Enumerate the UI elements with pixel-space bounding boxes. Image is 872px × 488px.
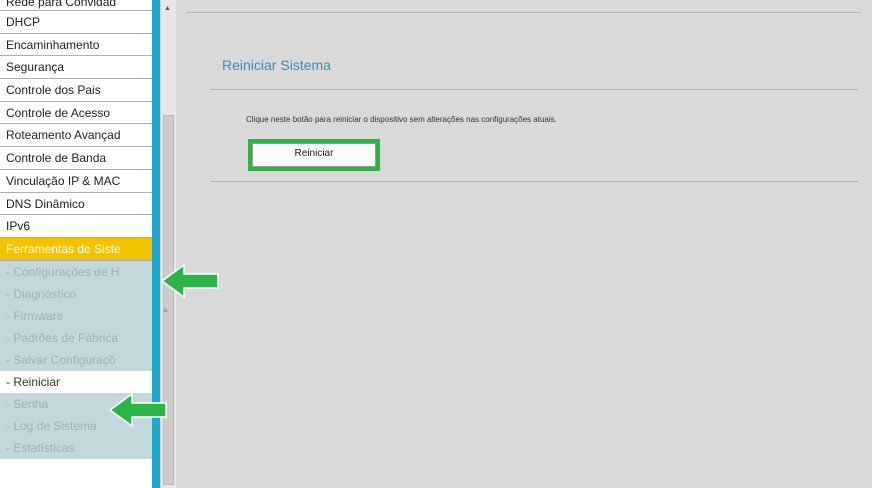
restart-button-label: Reiniciar <box>252 143 376 167</box>
sidebar-subitem-configuracoes-hora[interactable]: - Configurações de H <box>0 260 152 283</box>
sidebar-item-ferramentas-sistema[interactable]: Ferramentas de Siste <box>0 237 152 261</box>
sidebar-subitem-salvar-configuracoes[interactable]: - Salvar Configuraçõ <box>0 348 152 371</box>
sidebar-item-controle-banda[interactable]: Controle de Banda <box>0 147 152 170</box>
sidebar-subitem-reiniciar[interactable]: - Reiniciar <box>0 370 152 393</box>
scrollbar-grip-icon: ≡ <box>163 306 168 315</box>
restart-description: Clique neste botão para reiniciar o disp… <box>246 115 557 124</box>
sidebar-subitem-padroes-fabrica[interactable]: - Padrões de Fábrica <box>0 326 152 349</box>
sidebar-item-controle-acesso[interactable]: Controle de Acesso <box>0 102 152 125</box>
page-title: Reiniciar Sistema <box>222 57 331 73</box>
sidebar-item-controle-pais[interactable]: Controle dos Pais <box>0 79 152 102</box>
scrollbar-thumb[interactable] <box>163 115 174 485</box>
divider <box>210 89 858 90</box>
sidebar-item-roteamento-avancado[interactable]: Roteamento Avançad <box>0 124 152 148</box>
arrow-left-icon <box>110 392 167 428</box>
sidebar-subitem-firmware[interactable]: - Firmware <box>0 304 152 327</box>
sidebar-item-vinculacao-ip-mac[interactable]: Vinculação IP & MAC <box>0 170 152 193</box>
divider <box>210 181 858 182</box>
sidebar-item-rede-convidado[interactable]: Rede para Convidad <box>0 0 152 11</box>
sidebar-item-dns-dinamico[interactable]: DNS Dinâmico <box>0 193 152 216</box>
main-content: Reiniciar Sistema Clique neste botão par… <box>176 0 872 488</box>
scroll-up-icon[interactable]: ▲ <box>164 5 171 12</box>
sidebar-item-seguranca[interactable]: Segurança <box>0 56 152 80</box>
sidebar-subitem-diagnostico[interactable]: - Diagnóstico <box>0 282 152 305</box>
restart-button[interactable]: Reiniciar <box>248 139 380 171</box>
sidebar-item-dhcp[interactable]: DHCP <box>0 11 152 34</box>
sidebar-item-encaminhamento[interactable]: Encaminhamento <box>0 34 152 57</box>
sidebar-item-ipv6[interactable]: IPv6 <box>0 215 152 238</box>
divider <box>186 12 861 13</box>
sidebar-subitem-estatisticas[interactable]: - Estatísticas <box>0 436 152 459</box>
arrow-left-icon <box>162 263 219 299</box>
